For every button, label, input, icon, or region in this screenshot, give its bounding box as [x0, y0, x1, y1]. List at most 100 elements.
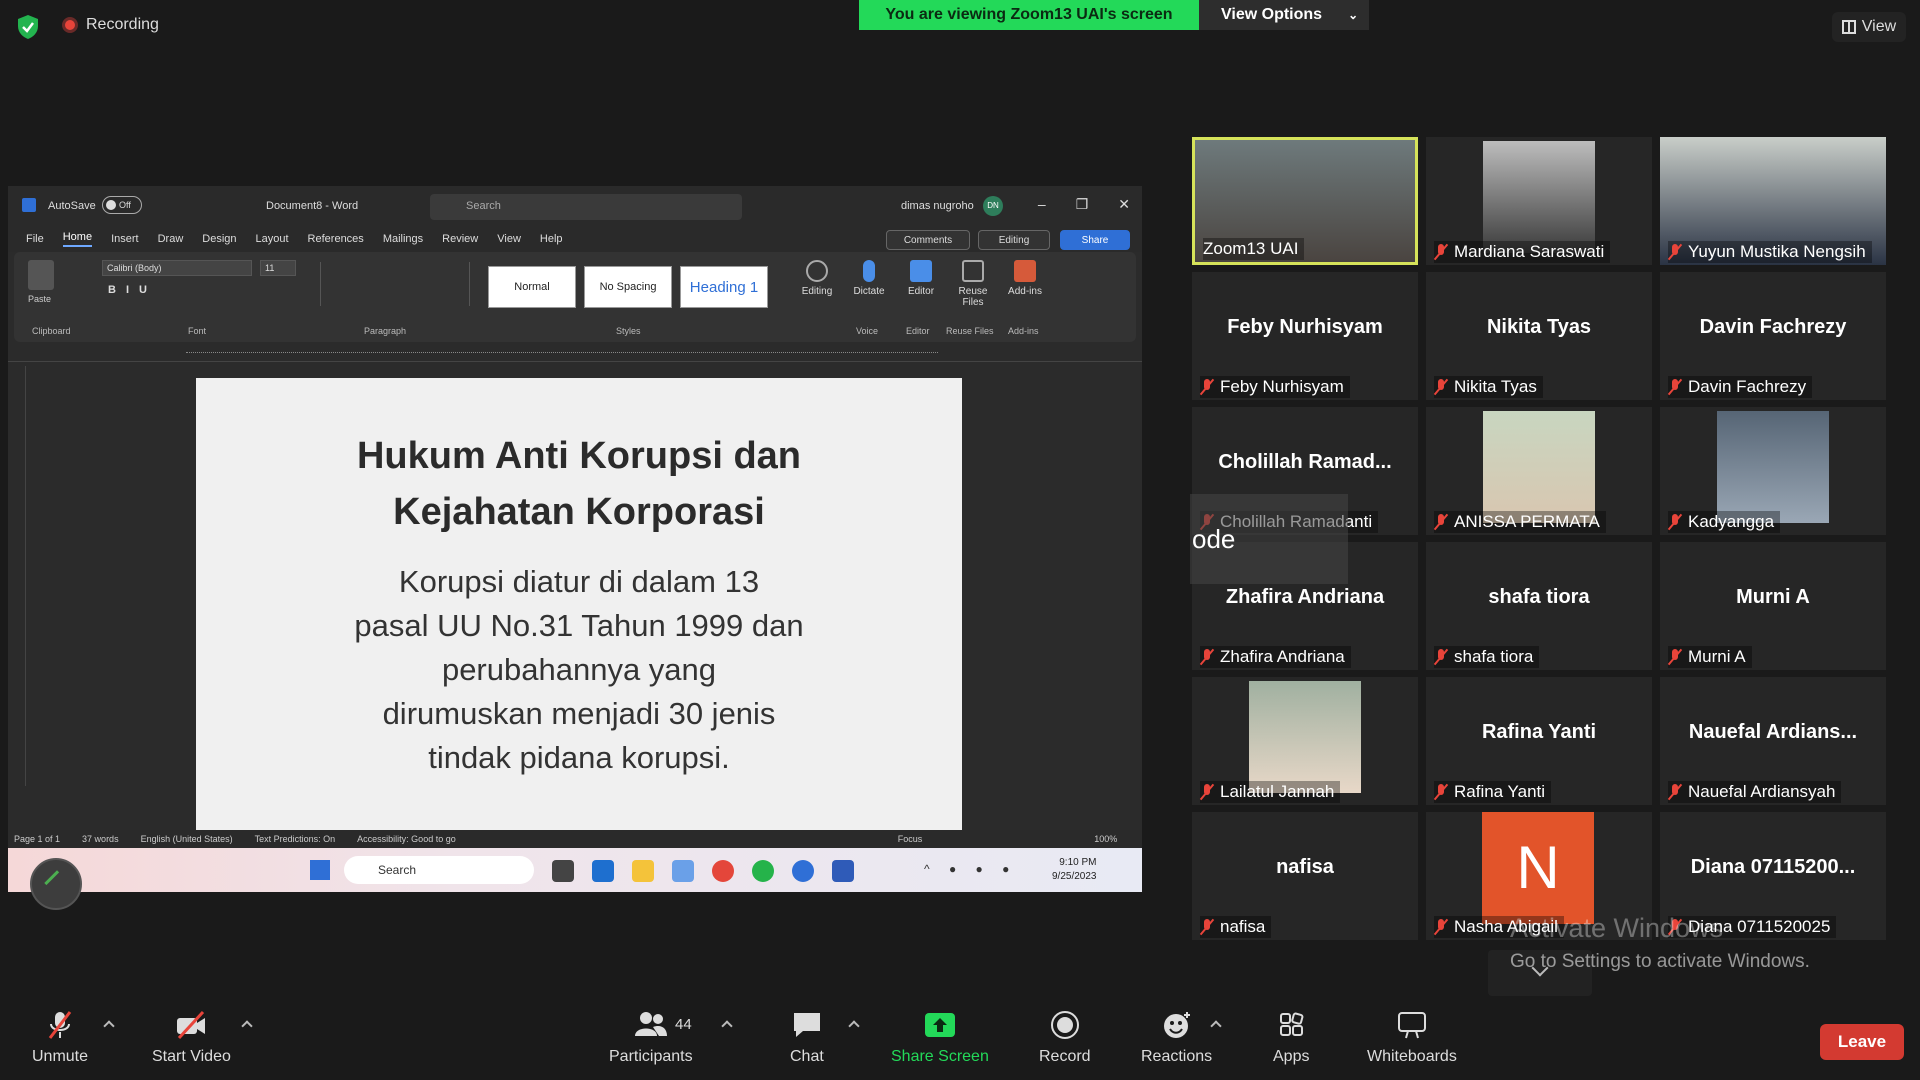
taskbar-clock[interactable]: 9:10 PM 9/25/2023 — [1052, 856, 1097, 884]
microphone-muted-icon — [48, 1011, 72, 1039]
participant-tile[interactable]: nafisa nafisa — [1192, 812, 1418, 940]
menu-design[interactable]: Design — [202, 233, 236, 245]
participant-tile[interactable]: Lailatul Jannah — [1192, 677, 1418, 805]
participant-name-label: Zhafira Andriana — [1200, 646, 1351, 668]
audio-options-chevron-icon[interactable] — [103, 1020, 115, 1032]
unmute-button[interactable]: Unmute — [32, 1010, 88, 1066]
store-icon[interactable] — [592, 860, 614, 882]
app-icon[interactable] — [672, 860, 694, 882]
status-accessibility[interactable]: Accessibility: Good to go — [357, 834, 456, 844]
file-explorer-icon[interactable] — [632, 860, 654, 882]
word-taskbar-icon[interactable] — [832, 860, 854, 882]
status-focus[interactable]: Focus — [898, 834, 923, 844]
dictate-tool[interactable]: Dictate — [846, 260, 892, 297]
status-page[interactable]: Page 1 of 1 — [14, 834, 60, 844]
security-shield-icon[interactable] — [16, 14, 40, 40]
menu-mailings[interactable]: Mailings — [383, 233, 423, 245]
word-user-avatar[interactable]: DN — [983, 196, 1003, 216]
autosave-toggle[interactable]: Off — [102, 196, 142, 214]
document-page[interactable]: Hukum Anti Korupsi dan Kejahatan Korpora… — [196, 378, 962, 892]
paste-icon[interactable] — [28, 260, 54, 290]
participant-tile[interactable]: Davin Fachrezy Davin Fachrezy — [1660, 272, 1886, 400]
paragraph-tools[interactable] — [320, 262, 470, 306]
editing-mode-button[interactable]: Editing — [978, 230, 1050, 250]
participant-display-name: Murni A — [1736, 586, 1810, 608]
comments-button[interactable]: Comments — [886, 230, 970, 250]
participant-tile[interactable]: Murni A Murni A — [1660, 542, 1886, 670]
participant-name: shafa tiora — [1454, 647, 1534, 666]
zoom-icon[interactable] — [792, 860, 814, 882]
participant-tile[interactable]: ANISSA PERMATA — [1426, 407, 1652, 535]
annotate-pen-button[interactable] — [30, 858, 82, 910]
status-zoom[interactable]: 100% — [1094, 834, 1117, 844]
participants-chevron-icon[interactable] — [721, 1020, 733, 1032]
editor-tool[interactable]: Editor — [898, 260, 944, 297]
participant-tile[interactable]: Kadyangga — [1660, 407, 1886, 535]
restore-icon[interactable]: ❐ — [1076, 196, 1089, 213]
participant-name-label: shafa tiora — [1434, 646, 1540, 668]
menu-insert[interactable]: Insert — [111, 233, 139, 245]
word-search-input[interactable]: Search — [430, 194, 742, 220]
participant-tile[interactable]: shafa tiora shafa tiora — [1426, 542, 1652, 670]
view-button[interactable]: View — [1832, 12, 1906, 42]
windows-start-icon[interactable] — [310, 860, 330, 880]
task-view-icon[interactable] — [552, 860, 574, 882]
participant-count: 44 — [675, 1016, 692, 1033]
participant-tile[interactable]: Yuyun Mustika Nengsih — [1660, 137, 1886, 265]
participant-tile[interactable]: Nikita Tyas Nikita Tyas — [1426, 272, 1652, 400]
editing-tool[interactable]: Editing — [794, 260, 840, 297]
leave-button[interactable]: Leave — [1820, 1024, 1904, 1060]
view-options-button[interactable]: View Options ⌄ — [1199, 0, 1369, 30]
font-format-icons[interactable]: BIU — [108, 284, 157, 296]
participant-video — [1483, 411, 1595, 523]
menu-file[interactable]: File — [26, 233, 44, 245]
participant-tile[interactable]: Mardiana Saraswati — [1426, 137, 1652, 265]
status-predictions[interactable]: Text Predictions: On — [255, 834, 336, 844]
participant-tile[interactable]: Nauefal Ardians... Nauefal Ardiansyah — [1660, 677, 1886, 805]
status-language[interactable]: English (United States) — [141, 834, 233, 844]
participant-tile[interactable]: Zoom13 UAI — [1192, 137, 1418, 265]
minimize-icon[interactable]: – — [1038, 196, 1046, 213]
font-family-select[interactable]: Calibri (Body) — [102, 260, 252, 276]
windows-taskbar: Search ^ ● ● ● 9:10 PM 9/25/2023 — [8, 848, 1142, 892]
participant-avatar: N — [1482, 812, 1594, 924]
video-options-chevron-icon[interactable] — [241, 1020, 253, 1032]
menu-layout[interactable]: Layout — [256, 233, 289, 245]
participant-display-name: Cholillah Ramad... — [1218, 451, 1392, 473]
apps-button[interactable]: Apps — [1273, 1010, 1309, 1066]
editing-tool-label: Editing — [801, 286, 833, 297]
menu-references[interactable]: References — [308, 233, 364, 245]
menu-help[interactable]: Help — [540, 233, 563, 245]
reactions-button[interactable]: Reactions — [1141, 1010, 1212, 1066]
floating-overlay: ode — [1190, 494, 1348, 584]
autosave-label: AutoSave — [48, 200, 96, 212]
font-size-select[interactable]: 11 — [260, 260, 296, 276]
style-no-spacing[interactable]: No Spacing — [584, 266, 672, 308]
close-icon[interactable]: ✕ — [1118, 196, 1130, 213]
style-heading-1[interactable]: Heading 1 — [680, 266, 768, 308]
start-video-button[interactable]: Start Video — [152, 1010, 231, 1066]
participant-name-label: Davin Fachrezy — [1668, 376, 1813, 398]
chrome-icon[interactable] — [712, 860, 734, 882]
record-button[interactable]: Record — [1039, 1010, 1091, 1066]
taskbar-search-input[interactable]: Search — [344, 856, 534, 884]
addins-tool[interactable]: Add-ins — [1002, 260, 1048, 297]
reuse-files-tool[interactable]: Reuse Files — [950, 260, 996, 308]
whatsapp-icon[interactable] — [752, 860, 774, 882]
participant-tile[interactable]: Rafina Yanti Rafina Yanti — [1426, 677, 1652, 805]
menu-view[interactable]: View — [497, 233, 521, 245]
menu-draw[interactable]: Draw — [158, 233, 184, 245]
menu-home[interactable]: Home — [62, 231, 93, 247]
menu-review[interactable]: Review — [442, 233, 478, 245]
whiteboards-button[interactable]: Whiteboards — [1367, 1010, 1457, 1066]
style-normal[interactable]: Normal — [488, 266, 576, 308]
chat-chevron-icon[interactable] — [848, 1020, 860, 1032]
chat-button[interactable]: Chat — [790, 1010, 824, 1066]
muted-mic-icon — [1668, 649, 1682, 665]
recording-indicator[interactable]: Recording — [62, 16, 159, 34]
share-screen-button[interactable]: Share Screen — [891, 1010, 989, 1066]
participant-tile[interactable]: Feby Nurhisyam Feby Nurhisyam — [1192, 272, 1418, 400]
system-tray-icons[interactable]: ^ ● ● ● — [924, 862, 1017, 876]
word-share-button[interactable]: Share — [1060, 230, 1130, 250]
status-words[interactable]: 37 words — [82, 834, 119, 844]
